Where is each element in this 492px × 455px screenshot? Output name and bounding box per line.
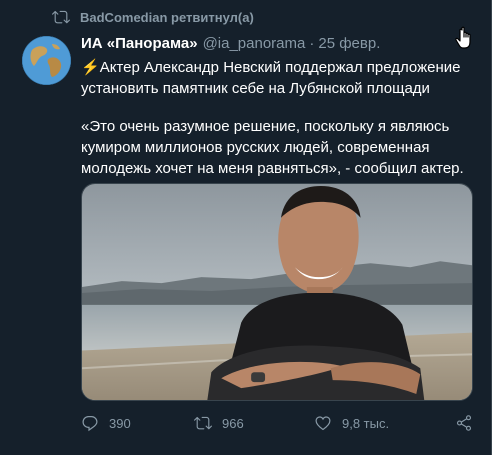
retweet-action-icon: [194, 416, 212, 430]
lightning-emoji-icon: ⚡: [81, 59, 100, 76]
display-name[interactable]: ИА «Панорама»: [81, 35, 198, 52]
header-separator: ·: [309, 35, 315, 52]
like-count: 9,8 тыс.: [342, 415, 390, 431]
reply-count: 390: [109, 415, 131, 431]
heart-icon: [315, 416, 331, 431]
tweet-header: ИА «Панорама» @ia_panorama · 25 февр.: [81, 35, 380, 52]
hand-cursor-icon: [455, 26, 471, 49]
tweet-photo[interactable]: [81, 183, 473, 401]
share-icon: [456, 415, 472, 431]
tweet-text-1: Актер Александр Невский поддержал предло…: [81, 59, 461, 97]
tweet-actions: 390 966 9,8 тыс.: [81, 414, 481, 438]
retweet-context-text[interactable]: BadComedian ретвитнул(а): [80, 10, 254, 25]
tweet-body: ⚡Актер Александр Невский поддержал предл…: [81, 57, 481, 179]
tweet-paragraph-1: ⚡Актер Александр Невский поддержал предл…: [81, 57, 481, 99]
beach-portrait-photo: [82, 184, 472, 400]
tweet[interactable]: BadComedian ретвитнул(а) ИА «Панорама» @…: [0, 0, 492, 455]
retweet-button[interactable]: 966: [194, 414, 244, 432]
tweet-date[interactable]: 25 февр.: [318, 35, 380, 52]
retweet-count: 966: [222, 415, 244, 431]
reply-icon: [82, 416, 98, 432]
tweet-paragraph-2: «Это очень разумное решение, поскольку я…: [81, 118, 464, 177]
user-handle[interactable]: @ia_panorama: [203, 35, 306, 52]
avatar[interactable]: [22, 36, 71, 85]
reply-button[interactable]: 390: [81, 414, 131, 432]
like-button[interactable]: 9,8 тыс.: [314, 414, 389, 432]
share-button[interactable]: [455, 414, 483, 432]
globe-avatar-image: [22, 36, 71, 85]
retweet-context: BadComedian ретвитнул(а): [52, 8, 254, 26]
retweet-icon: [52, 10, 70, 24]
